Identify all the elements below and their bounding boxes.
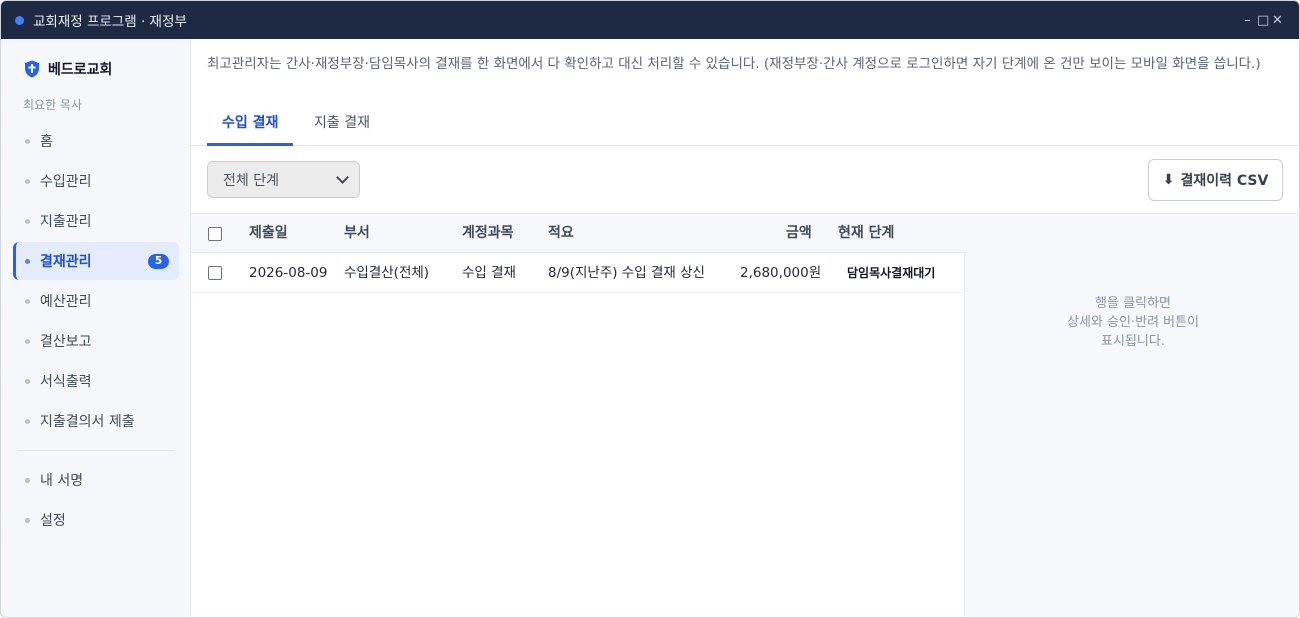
tab-income-approval[interactable]: 수입 결재 xyxy=(207,107,294,146)
detail-placeholder: 행을 클릭하면 상세와 승인·반려 버튼이 표시됩니다. xyxy=(965,294,1299,351)
sidebar-item-label: 결산보고 xyxy=(40,334,92,350)
approval-table: 제출일 부서 계정과목 적요 금액 현재 단계 2026-08-09 수입결산(… xyxy=(191,214,965,617)
export-csv-label: 결재이력 CSV xyxy=(1180,173,1269,189)
shield-icon xyxy=(25,60,39,78)
approval-count-badge: 5 xyxy=(148,254,169,269)
detail-placeholder-line: 표시됩니다. xyxy=(1101,334,1165,349)
sidebar-item-label: 서식출력 xyxy=(40,374,92,390)
sidebar-divider xyxy=(17,450,175,451)
cell-account: 수입 결재 xyxy=(462,265,516,281)
app-status-dot-icon xyxy=(15,15,24,25)
column-header-summary: 적요 xyxy=(548,225,574,241)
sidebar-item-label: 지출관리 xyxy=(40,214,92,230)
sidebar-item-approval[interactable]: 결재관리 5 xyxy=(13,242,179,280)
bullet-icon xyxy=(25,138,30,144)
sidebar-item-my-signature[interactable]: 내 서명 xyxy=(13,461,179,499)
title-bar: 교회재정 프로그램 · 재정부 – □ ✕ xyxy=(1,1,1299,39)
sidebar-item-label: 내 서명 xyxy=(40,473,84,489)
detail-placeholder-line: 상세와 승인·반려 버튼이 xyxy=(1067,315,1199,330)
sidebar-item-label: 지출결의서 제출 xyxy=(40,414,135,430)
detail-panel: 행을 클릭하면 상세와 승인·반려 버튼이 표시됩니다. xyxy=(965,214,1299,617)
column-header-date: 제출일 xyxy=(249,225,288,241)
brand: 베드로교회 xyxy=(24,59,112,79)
sidebar-item-label: 결재관리 xyxy=(40,254,92,270)
sidebar-item-expense[interactable]: 지출관리 xyxy=(13,202,179,240)
church-name: 베드로교회 xyxy=(48,62,113,78)
bullet-icon xyxy=(25,258,30,264)
stage-filter-select[interactable]: 전체 단계 xyxy=(207,161,360,198)
sidebar-item-settings[interactable]: 설정 xyxy=(13,501,179,539)
select-all-checkbox[interactable] xyxy=(208,227,222,241)
approval-tabs: 수입 결재 지출 결재 xyxy=(191,107,1299,146)
cell-stage: 담임목사결재대기 xyxy=(847,266,936,280)
cell-amount: 2,680,000원 xyxy=(740,265,822,281)
bullet-icon xyxy=(25,517,30,523)
bullet-icon xyxy=(25,477,30,483)
stage-filter-value: 전체 단계 xyxy=(223,172,279,189)
close-icon[interactable]: ✕ xyxy=(1272,13,1283,28)
window-controls: – □ ✕ xyxy=(1242,1,1283,39)
sidebar-item-label: 수입관리 xyxy=(40,174,92,190)
bullet-icon xyxy=(25,298,30,304)
table-row[interactable]: 2026-08-09 수입결산(전체) 수입 결재 8/9(지난주) 수입 결재… xyxy=(191,253,965,293)
admin-notice: 최고관리자는 간사·재정부장·담임목사의 결재를 한 화면에서 다 확인하고 대… xyxy=(207,56,1261,72)
cell-date: 2026-08-09 xyxy=(249,265,328,281)
export-csv-button[interactable]: ⬇ 결재이력 CSV xyxy=(1148,159,1283,201)
sidebar-item-label: 예산관리 xyxy=(40,294,92,310)
bullet-icon xyxy=(25,378,30,384)
maximize-icon[interactable]: □ xyxy=(1257,13,1269,28)
column-header-stage: 현재 단계 xyxy=(838,225,895,241)
tab-expense-approval[interactable]: 지출 결재 xyxy=(299,107,385,146)
bullet-icon xyxy=(25,218,30,224)
bullet-icon xyxy=(25,418,30,424)
chevron-down-icon xyxy=(336,170,349,184)
cell-dept: 수입결산(전체) xyxy=(344,265,430,281)
sidebar-item-budget[interactable]: 예산관리 xyxy=(13,282,179,320)
sidebar-item-form-print[interactable]: 서식출력 xyxy=(13,362,179,400)
app-window: 교회재정 프로그램 · 재정부 – □ ✕ 베드로교회 최요한 목사 홈 수입관 xyxy=(0,0,1300,618)
sidebar-item-label: 설정 xyxy=(40,513,66,529)
row-checkbox[interactable] xyxy=(208,266,222,280)
main-content: 최고관리자는 간사·재정부장·담임목사의 결재를 한 화면에서 다 확인하고 대… xyxy=(191,39,1299,617)
column-header-account: 계정과목 xyxy=(462,225,514,241)
current-user: 최요한 목사 xyxy=(23,98,83,112)
bullet-icon xyxy=(25,178,30,184)
sidebar: 베드로교회 최요한 목사 홈 수입관리 지출관리 결재관리 5 예산관리 결산보… xyxy=(1,39,191,617)
sidebar-nav: 홈 수입관리 지출관리 결재관리 5 예산관리 결산보고 서식출력 지출결의서 … xyxy=(1,122,191,541)
column-header-dept: 부서 xyxy=(344,225,370,241)
window-title: 교회재정 프로그램 · 재정부 xyxy=(33,14,187,30)
sidebar-item-expense-request[interactable]: 지출결의서 제출 xyxy=(13,402,179,440)
sidebar-item-income[interactable]: 수입관리 xyxy=(13,162,179,200)
table-header: 제출일 부서 계정과목 적요 금액 현재 단계 xyxy=(191,214,965,253)
cell-summary: 8/9(지난주) 수입 결재 상신 xyxy=(548,265,705,281)
minimize-icon[interactable]: – xyxy=(1242,13,1253,28)
detail-placeholder-line: 행을 클릭하면 xyxy=(1095,296,1171,311)
bullet-icon xyxy=(25,338,30,344)
sidebar-item-label: 홈 xyxy=(40,134,53,150)
toolbar: 전체 단계 ⬇ 결재이력 CSV xyxy=(191,146,1299,214)
download-arrow-icon: ⬇ xyxy=(1162,172,1175,188)
sidebar-item-settlement-report[interactable]: 결산보고 xyxy=(13,322,179,360)
sidebar-item-home[interactable]: 홈 xyxy=(13,122,179,160)
column-header-amount: 금액 xyxy=(786,225,812,241)
